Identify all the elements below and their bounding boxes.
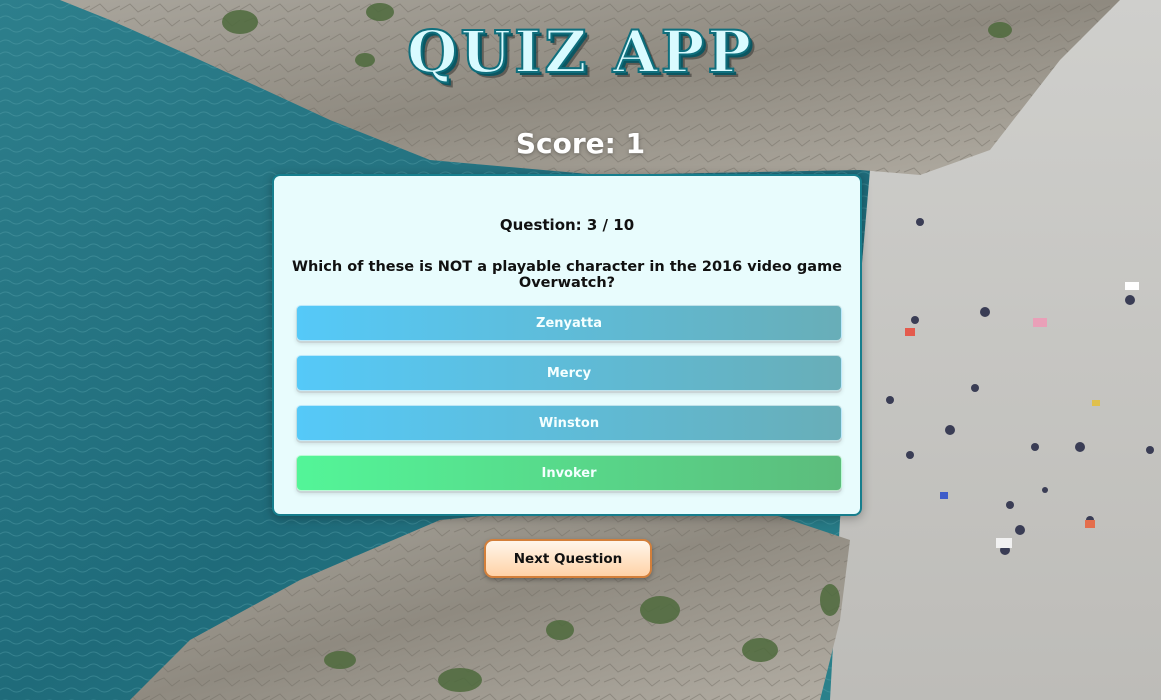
answer-label: Winston bbox=[538, 415, 600, 431]
question-counter: Question: 3 / 10 bbox=[499, 216, 635, 234]
score-display: Score: 1 bbox=[515, 127, 646, 160]
question-text: Which of these is NOT a playable charact… bbox=[291, 259, 843, 291]
answer-label: Zenyatta bbox=[536, 315, 602, 331]
answer-option-invoker[interactable]: Invoker bbox=[296, 455, 842, 491]
answer-option-winston[interactable]: Winston bbox=[296, 405, 842, 441]
app-title: QUIZ APP bbox=[406, 17, 754, 87]
answer-label: Invoker bbox=[541, 465, 597, 481]
next-question-button[interactable]: Next Question bbox=[484, 539, 652, 578]
answer-option-mercy[interactable]: Mercy bbox=[296, 355, 842, 391]
quiz-card: Question: 3 / 10 Which of these is NOT a… bbox=[272, 174, 862, 516]
answer-option-zenyatta[interactable]: Zenyatta bbox=[296, 305, 842, 341]
answer-label: Mercy bbox=[546, 365, 592, 381]
